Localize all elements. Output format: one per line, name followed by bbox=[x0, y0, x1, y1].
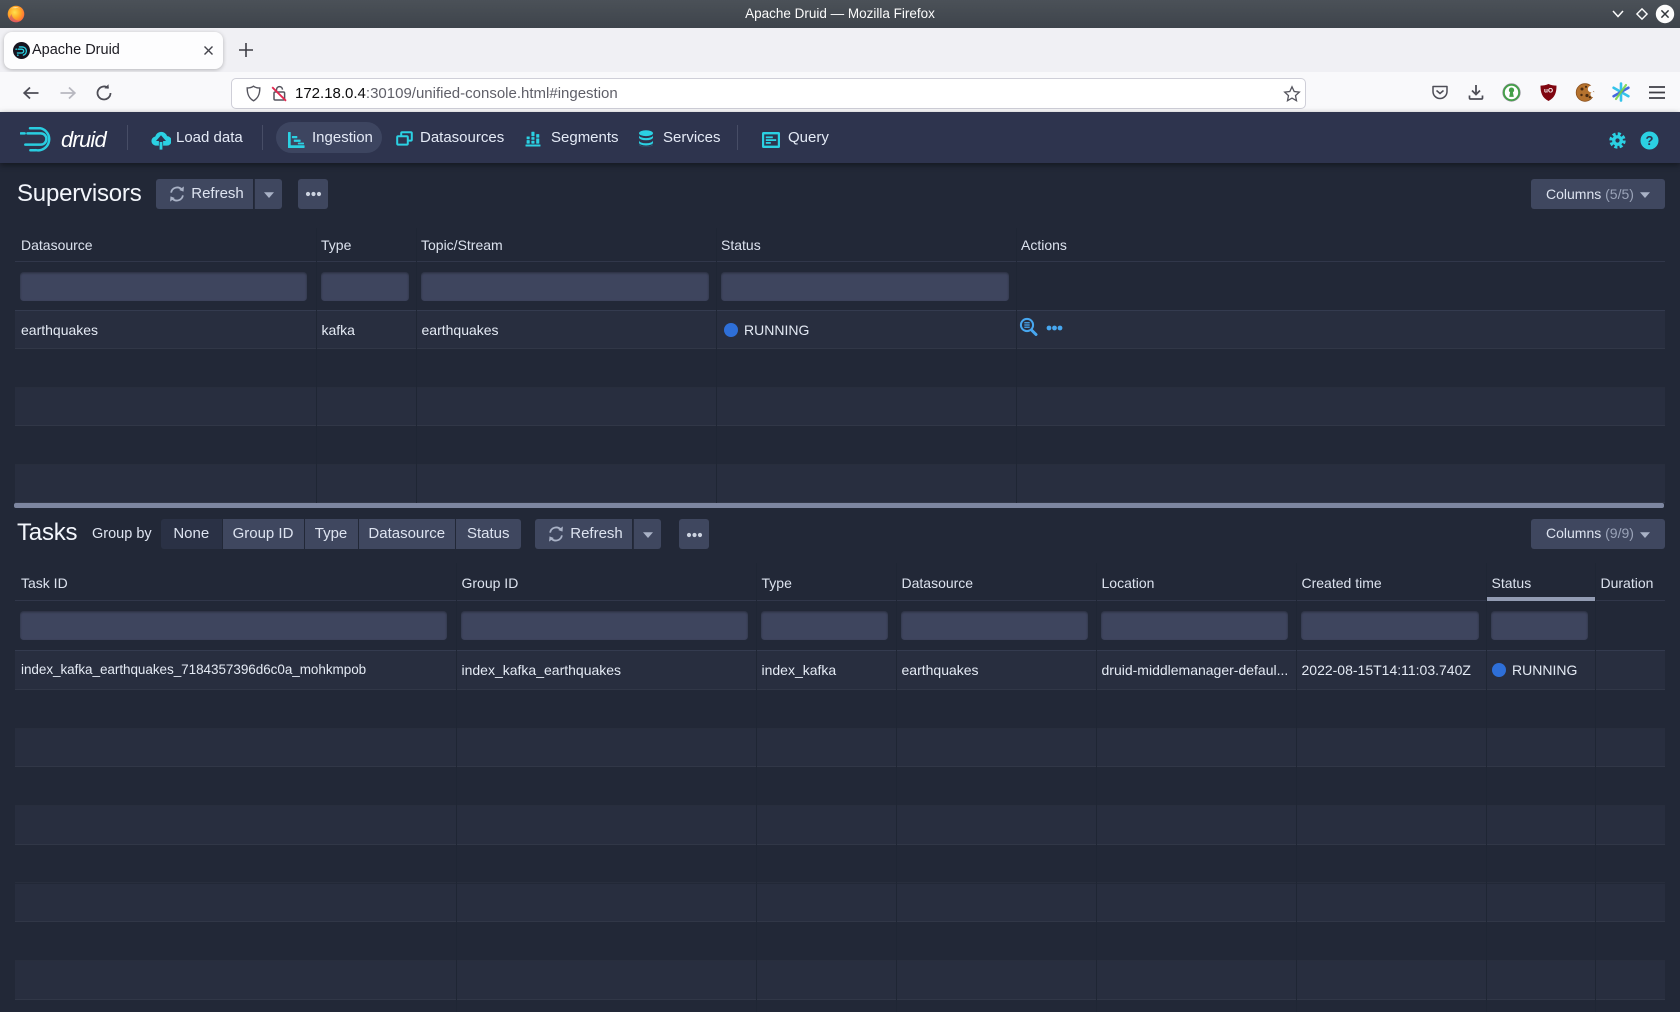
svg-text:?: ? bbox=[1646, 133, 1654, 148]
svg-text:uO: uO bbox=[1544, 88, 1553, 95]
